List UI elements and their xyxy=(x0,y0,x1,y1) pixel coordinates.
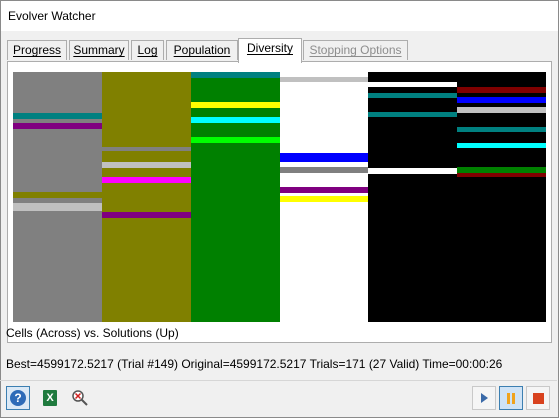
title-bar: Evolver Watcher xyxy=(1,1,558,31)
diversity-stripe xyxy=(280,196,368,202)
diversity-stripe xyxy=(368,82,457,87)
diversity-stripe xyxy=(13,192,102,198)
tab-summary[interactable]: Summary xyxy=(69,40,129,60)
tab-log[interactable]: Log xyxy=(131,40,164,60)
diversity-stripe xyxy=(457,127,546,132)
excel-icon: X xyxy=(43,390,57,406)
tab-label: Log xyxy=(137,43,158,57)
tab-label: Progress xyxy=(12,43,62,57)
tab-label: Population xyxy=(173,43,231,57)
diversity-stripe xyxy=(457,173,546,177)
window-title: Evolver Watcher xyxy=(8,9,96,23)
tab-strip: Progress Summary Log Population Diversit… xyxy=(7,38,553,63)
diversity-stripe xyxy=(191,117,280,123)
diversity-stripe xyxy=(280,187,368,193)
help-button[interactable]: ? xyxy=(6,386,30,410)
tab-progress[interactable]: Progress xyxy=(7,40,67,60)
pause-button[interactable] xyxy=(499,386,523,410)
diversity-stripe xyxy=(368,168,457,174)
tab-label: Stopping Options xyxy=(309,43,402,57)
diversity-stripe xyxy=(457,97,546,103)
diversity-stripe xyxy=(191,72,280,78)
tab-diversity[interactable]: Diversity xyxy=(238,38,302,63)
diversity-stripe xyxy=(191,137,280,143)
diversity-column xyxy=(13,72,102,322)
diversity-column xyxy=(280,72,368,322)
diversity-stripe xyxy=(13,113,102,119)
pause-icon xyxy=(512,392,515,404)
diversity-column xyxy=(191,72,280,322)
diversity-column xyxy=(457,72,546,322)
diversity-stripe xyxy=(457,107,546,113)
diversity-stripe xyxy=(457,143,546,148)
pause-icon xyxy=(507,392,510,404)
diversity-stripe xyxy=(102,162,191,168)
tab-stopping-options[interactable]: Stopping Options xyxy=(303,40,408,60)
diversity-stripe xyxy=(280,153,368,162)
diversity-column xyxy=(102,72,191,322)
chart-caption: Cells (Across) vs. Solutions (Up) xyxy=(6,326,179,340)
help-icon: ? xyxy=(10,390,26,406)
stop-button[interactable] xyxy=(526,386,550,410)
diversity-stripe xyxy=(368,93,457,98)
status-text: Best=4599172.5217 (Trial #149) Original=… xyxy=(6,357,503,371)
diversity-stripe xyxy=(457,87,546,93)
diversity-stripe xyxy=(13,203,102,211)
tab-label: Summary xyxy=(73,43,125,57)
diversity-stripe xyxy=(280,77,368,82)
play-icon xyxy=(480,393,488,403)
diversity-stripe xyxy=(102,212,191,218)
magnify-x-icon xyxy=(72,390,88,406)
find-button[interactable] xyxy=(68,386,92,410)
diversity-stripe xyxy=(102,147,191,151)
tab-label: Diversity xyxy=(246,41,293,55)
stop-icon xyxy=(532,392,544,404)
diversity-column xyxy=(368,72,457,322)
divider xyxy=(0,380,557,381)
tab-population[interactable]: Population xyxy=(166,40,238,60)
diversity-stripe xyxy=(13,123,102,129)
export-excel-button[interactable]: X xyxy=(38,386,62,410)
diversity-stripe xyxy=(280,167,368,173)
diversity-chart xyxy=(13,72,546,322)
diversity-stripe xyxy=(191,102,280,108)
run-button[interactable] xyxy=(472,386,496,410)
diversity-stripe xyxy=(102,177,191,183)
diversity-stripe xyxy=(368,112,457,117)
